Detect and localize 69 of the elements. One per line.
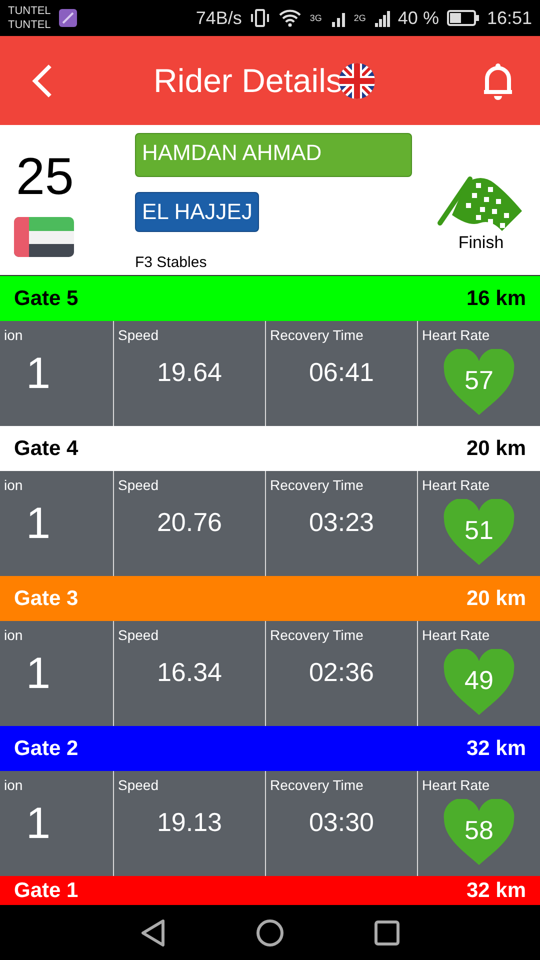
stat-label: Recovery Time — [270, 477, 364, 493]
back-nav-button[interactable] — [140, 918, 166, 946]
recents-nav-button[interactable] — [374, 920, 400, 946]
gate-name: Gate 5 — [14, 286, 78, 310]
rider-number: 25 — [16, 147, 74, 207]
gate-name: Gate 2 — [14, 736, 78, 760]
page-title: Rider Details — [154, 62, 342, 100]
finish-status: Finish — [458, 233, 504, 253]
stat-label: Heart Rate — [422, 477, 490, 493]
stat-value: 03:30 — [308, 807, 374, 838]
home-nav-button[interactable] — [256, 918, 284, 946]
stat-value: 19.64 — [156, 357, 222, 388]
network-type: 3G — [310, 13, 322, 23]
stat-label: ion — [4, 327, 23, 343]
stat-label: Heart Rate — [422, 777, 490, 793]
heart-icon — [442, 649, 516, 717]
stat-label: ion — [4, 777, 23, 793]
gate-name: Gate 1 — [14, 878, 78, 902]
stat-value: 1 — [26, 349, 50, 399]
gate-distance: 32 km — [466, 736, 526, 760]
network-type: 2G — [354, 13, 366, 23]
carrier-name: TUNTEL — [8, 4, 51, 18]
stat-value: 1 — [26, 799, 50, 849]
heart-icon — [442, 799, 516, 867]
gate-name: Gate 3 — [14, 586, 78, 610]
battery-level: 40 % — [398, 8, 439, 28]
stat-value: 19.13 — [156, 807, 222, 838]
flag-icon — [14, 217, 74, 257]
stat-label: Recovery Time — [270, 777, 364, 793]
gate-distance: 20 km — [466, 586, 526, 610]
heart-icon — [442, 349, 516, 417]
carrier-name: TUNTEL — [8, 18, 51, 32]
clock-time: 16:51 — [486, 8, 532, 28]
stat-value: 16.34 — [156, 657, 222, 688]
vibrate-icon — [250, 9, 270, 27]
heart-rate-value: 58 — [464, 814, 494, 846]
stat-value: 1 — [26, 499, 50, 549]
heart-rate-value: 57 — [464, 364, 494, 396]
heart-rate-value: 49 — [464, 664, 494, 696]
stable-name: F3 Stables — [135, 254, 207, 271]
gate-distance: 20 km — [466, 436, 526, 460]
battery-icon — [446, 10, 479, 26]
gallery-icon — [58, 9, 77, 27]
stat-value: 06:41 — [308, 357, 374, 388]
trainer-name: EL HAJJEJ — [135, 192, 260, 232]
stat-label: Heart Rate — [422, 627, 490, 643]
stat-label: Recovery Time — [270, 627, 364, 643]
gate-name: Gate 4 — [14, 436, 78, 460]
stat-value: 1 — [26, 649, 50, 699]
stat-value: 02:36 — [308, 657, 374, 688]
gate-distance: 32 km — [466, 878, 526, 902]
heart-rate-value: 51 — [464, 514, 494, 546]
network-speed: 74B/s — [196, 8, 242, 28]
stat-label: Recovery Time — [270, 327, 364, 343]
rider-name: HAMDAN AHMAD — [135, 133, 412, 177]
heart-icon — [442, 499, 516, 567]
stat-value: 20.76 — [156, 507, 222, 538]
stat-label: ion — [4, 627, 23, 643]
stat-label: Speed — [118, 627, 158, 643]
stat-label: Speed — [118, 777, 158, 793]
gate-distance: 16 km — [466, 286, 526, 310]
stat-label: Speed — [118, 327, 158, 343]
stat-value: 03:23 — [308, 507, 374, 538]
wifi-icon — [278, 9, 302, 27]
stat-label: Heart Rate — [422, 327, 490, 343]
back-button[interactable] — [30, 62, 54, 98]
signal-icon — [374, 9, 390, 27]
stat-label: ion — [4, 477, 23, 493]
stat-label: Speed — [118, 477, 158, 493]
